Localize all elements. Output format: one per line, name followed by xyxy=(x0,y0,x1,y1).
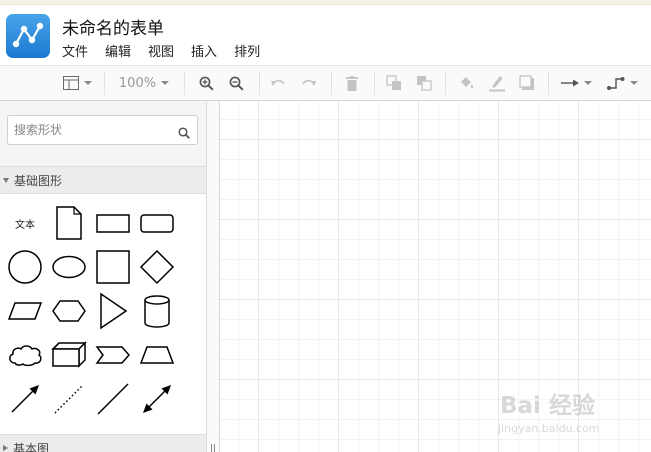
toolbar-divider xyxy=(259,72,260,95)
shape-parallelogram[interactable] xyxy=(5,291,45,331)
paint-bucket-icon xyxy=(458,76,475,91)
toolbar-divider xyxy=(445,72,446,95)
toolbar: 100% xyxy=(0,65,651,101)
zoom-in-icon xyxy=(199,76,214,91)
line-color-button[interactable] xyxy=(486,66,508,100)
watermark-url: jingyan.baidu.com xyxy=(498,422,600,435)
shape-trapezoid[interactable] xyxy=(137,335,177,375)
delete-button[interactable] xyxy=(341,66,363,100)
shape-diamond[interactable] xyxy=(137,247,177,287)
redo-button[interactable] xyxy=(298,66,320,100)
shape-directional-arrow[interactable] xyxy=(5,379,45,419)
shape-sidebar: 基础图形 文本 xyxy=(0,101,206,452)
zoom-level: 100% xyxy=(118,75,157,91)
document-title[interactable]: 未命名的表单 xyxy=(62,14,164,39)
drag-handle-icon[interactable] xyxy=(211,444,215,452)
chevron-down-icon xyxy=(629,81,638,85)
waypoints-button[interactable] xyxy=(602,66,642,100)
watermark-brand: Bai 经验 xyxy=(500,393,595,419)
app-header: 未命名的表单 文件 编辑 视图 插入 排列 xyxy=(0,5,651,65)
shape-step[interactable] xyxy=(93,335,133,375)
connection-style-button[interactable] xyxy=(557,66,595,100)
zoom-out-button[interactable] xyxy=(225,66,247,100)
to-back-button[interactable] xyxy=(413,66,435,100)
menu-view[interactable]: 视图 xyxy=(148,41,174,60)
shape-circle[interactable] xyxy=(5,247,45,287)
text-shape-label: 文本 xyxy=(15,219,35,231)
zoom-out-icon xyxy=(229,76,244,91)
bring-to-front-icon xyxy=(386,75,402,91)
menu-file[interactable]: 文件 xyxy=(62,41,88,60)
app-logo-icon xyxy=(6,14,50,58)
redo-icon xyxy=(301,77,317,89)
zoom-in-button[interactable] xyxy=(195,66,217,100)
shape-rounded-rectangle[interactable] xyxy=(137,203,177,243)
section-basic-diagrams[interactable]: 基本图 xyxy=(0,434,206,452)
shape-line[interactable] xyxy=(93,379,133,419)
shape-palette: 文本 xyxy=(0,194,206,434)
toolbar-divider xyxy=(374,72,375,95)
shape-cylinder[interactable] xyxy=(137,291,177,331)
menu-bar: 文件 编辑 视图 插入 排列 xyxy=(62,41,260,60)
section-label: 基本图 xyxy=(13,441,50,452)
shape-search-box xyxy=(7,115,198,145)
sidebar-splitter[interactable] xyxy=(206,101,220,452)
chevron-down-icon xyxy=(161,81,170,85)
shadow-icon xyxy=(519,75,535,91)
shape-cube[interactable] xyxy=(49,335,89,375)
search-input[interactable] xyxy=(14,121,174,139)
panel-layout-icon xyxy=(62,76,79,90)
shape-ellipse[interactable] xyxy=(49,247,89,287)
undo-button[interactable] xyxy=(267,66,289,100)
shadow-button[interactable] xyxy=(516,66,538,100)
arrow-right-icon xyxy=(560,79,579,87)
orthogonal-connector-icon xyxy=(606,75,625,91)
shape-text[interactable]: 文本 xyxy=(5,203,45,243)
toolbar-divider xyxy=(548,72,549,95)
caret-down-icon xyxy=(3,177,9,183)
menu-edit[interactable]: 编辑 xyxy=(105,41,131,60)
trash-icon xyxy=(346,75,358,91)
shape-triangle[interactable] xyxy=(93,291,133,331)
toolbar-divider xyxy=(104,72,105,95)
pencil-icon xyxy=(488,74,506,92)
shape-document[interactable] xyxy=(49,203,89,243)
shape-rectangle[interactable] xyxy=(93,203,133,243)
shape-cloud[interactable] xyxy=(5,335,45,375)
shape-dotted-line[interactable] xyxy=(49,379,89,419)
section-label: 基础图形 xyxy=(14,173,63,188)
caret-right-icon xyxy=(3,445,8,451)
fill-color-button[interactable] xyxy=(455,66,477,100)
chevron-down-icon xyxy=(83,81,92,85)
shape-hexagon[interactable] xyxy=(49,291,89,331)
send-to-back-icon xyxy=(416,75,432,91)
menu-arrange[interactable]: 排列 xyxy=(234,41,260,60)
shape-bidirectional-arrow[interactable] xyxy=(137,379,177,419)
shape-square[interactable] xyxy=(93,247,133,287)
toolbar-divider xyxy=(331,72,332,95)
undo-icon xyxy=(270,77,286,89)
section-basic-shapes[interactable]: 基础图形 xyxy=(0,166,206,194)
format-panel-button[interactable] xyxy=(56,66,98,100)
chevron-down-icon xyxy=(583,81,592,85)
search-icon[interactable] xyxy=(178,124,190,143)
to-front-button[interactable] xyxy=(383,66,405,100)
menu-insert[interactable]: 插入 xyxy=(191,41,217,60)
zoom-select[interactable]: 100% xyxy=(112,66,176,100)
watermark-logo: Bai 经验 jingyan.baidu.com xyxy=(496,384,646,444)
toolbar-divider xyxy=(184,72,185,95)
